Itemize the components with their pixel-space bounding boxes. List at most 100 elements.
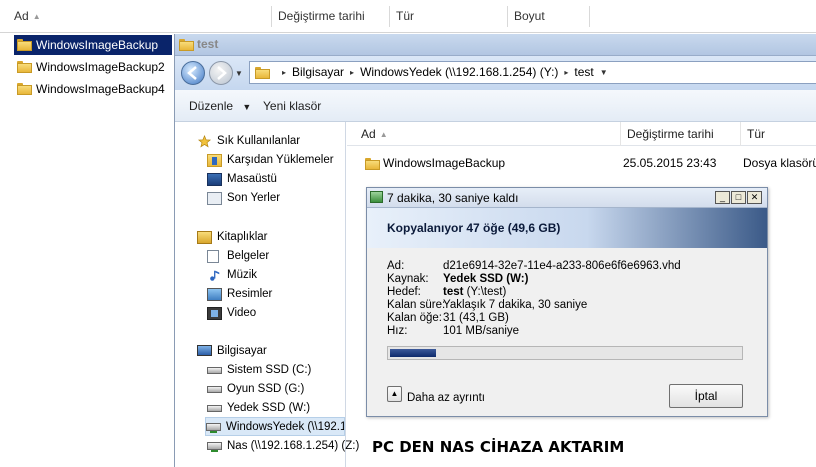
column-header-name[interactable]: Ad ▲ xyxy=(347,122,621,146)
column-header-size[interactable]: Boyut xyxy=(508,6,590,27)
name-label: Ad: xyxy=(387,260,405,272)
nav-item-recent-places[interactable]: Son Yerler xyxy=(207,189,280,208)
nav-computer[interactable]: Bilgisayar xyxy=(197,342,267,361)
network-drive-icon xyxy=(207,442,222,452)
nav-item-drive-y[interactable]: WindowsYedek (\\192.1 xyxy=(205,417,345,436)
progress-bar-fill xyxy=(390,349,436,357)
star-icon xyxy=(197,135,212,148)
row-type: Dosya klasörü xyxy=(743,156,816,170)
arrow-left-icon xyxy=(187,66,197,80)
chevron-up-icon: ▲ xyxy=(390,389,399,398)
folder-icon xyxy=(17,60,32,73)
nav-item-drive-z[interactable]: Nas (\\192.168.1.254) (Z:) xyxy=(207,437,359,456)
drive-icon xyxy=(207,367,222,374)
dialog-titlebar[interactable]: 7 dakika, 30 saniye kaldı _ □ ✕ xyxy=(367,188,767,208)
nav-item-downloads[interactable]: Karşıdan Yüklemeler xyxy=(207,151,334,170)
window-titlebar[interactable]: test xyxy=(175,34,816,56)
close-button[interactable]: ✕ xyxy=(747,191,762,204)
less-details-toggle[interactable]: ▲ xyxy=(387,386,402,402)
downloads-folder-icon xyxy=(207,154,222,167)
outer-list-item[interactable]: WindowsImageBackup2 xyxy=(14,57,174,77)
address-bar-area: ▼ ▸ Bilgisayar ▸ WindowsYedek (\\192.168.1.… xyxy=(175,56,816,90)
arrow-right-icon xyxy=(217,66,227,80)
nav-item-drive-w[interactable]: Yedek SSD (W:) xyxy=(207,399,310,418)
dialog-heading: Kopyalanıyor 47 öğe (49,6 GB) xyxy=(387,221,561,235)
nav-item-drive-g[interactable]: Oyun SSD (G:) xyxy=(207,380,304,399)
nav-libraries[interactable]: Kitaplıklar xyxy=(197,228,268,247)
dialog-banner: Kopyalanıyor 47 öğe (49,6 GB) xyxy=(367,208,767,248)
folder-icon xyxy=(17,82,32,95)
nav-item-pictures[interactable]: Resimler xyxy=(207,285,272,304)
nav-favorites[interactable]: Sık Kullanılanlar xyxy=(197,132,300,151)
nav-item-desktop[interactable]: Masaüstü xyxy=(207,170,277,189)
desktop-icon xyxy=(207,173,222,186)
caption-text: PC DEN NAS CİHAZA AKTARIM xyxy=(372,438,625,456)
video-icon xyxy=(207,307,222,320)
outer-item-label: WindowsImageBackup2 xyxy=(36,60,165,74)
recent-places-icon xyxy=(207,192,222,205)
copy-progress-dialog: 7 dakika, 30 saniye kaldı _ □ ✕ Kopyalan… xyxy=(366,187,768,417)
progress-bar xyxy=(387,346,743,360)
maximize-button[interactable]: □ xyxy=(731,191,746,204)
speed-label: Hız: xyxy=(387,325,408,337)
folder-icon xyxy=(255,66,270,79)
minimize-button[interactable]: _ xyxy=(715,191,730,204)
dialog-title: 7 dakika, 30 saniye kaldı xyxy=(387,191,519,205)
column-header-date[interactable]: Değiştirme tarihi xyxy=(621,122,741,146)
dest-label: Hedef: xyxy=(387,286,421,298)
new-folder-button[interactable]: Yeni klasör xyxy=(263,99,321,113)
outer-list-item[interactable]: WindowsImageBackup xyxy=(14,35,172,55)
column-header-type[interactable]: Tür xyxy=(390,6,508,27)
chevron-right-icon: ▸ xyxy=(350,68,355,78)
dest-value[interactable]: test (Y:\test) xyxy=(443,286,506,299)
chevron-right-icon: ▸ xyxy=(282,68,287,78)
pictures-icon xyxy=(207,288,222,301)
folder-icon xyxy=(17,38,32,51)
address-breadcrumb[interactable]: ▸ Bilgisayar ▸ WindowsYedek (\\192.168.1.25… xyxy=(249,61,816,84)
remaining-items-label: Kalan öğe: xyxy=(387,312,442,324)
command-bar: Düzenle ▼ Yeni klasör xyxy=(175,90,816,122)
nav-item-music[interactable]: Müzik xyxy=(207,266,257,285)
table-row[interactable]: WindowsImageBackup 25.05.2015 23:43 Dosy… xyxy=(365,154,816,172)
row-name: WindowsImageBackup xyxy=(383,156,506,170)
breadcrumb-item[interactable]: Bilgisayar xyxy=(292,65,344,79)
column-header-date[interactable]: Değiştirme tarihi xyxy=(272,6,390,27)
remaining-time-value: Yaklaşık 7 dakika, 30 saniye xyxy=(443,299,588,311)
outer-item-label: WindowsImageBackup xyxy=(36,38,159,52)
source-label: Kaynak: xyxy=(387,273,429,285)
navigation-pane: Sık Kullanılanlar Karşıdan Yüklemeler Ma… xyxy=(175,122,359,467)
computer-icon xyxy=(197,345,212,356)
column-header-type[interactable]: Tür xyxy=(741,122,816,146)
back-button[interactable] xyxy=(181,61,205,85)
libraries-icon xyxy=(197,231,212,244)
chevron-down-icon[interactable]: ▼ xyxy=(600,68,608,77)
forward-button[interactable] xyxy=(209,61,233,85)
drive-icon xyxy=(207,386,222,393)
speed-value: 101 MB/saniye xyxy=(443,325,520,337)
folder-icon xyxy=(179,38,194,51)
nav-item-videos[interactable]: Video xyxy=(207,304,256,323)
chevron-down-icon: ▼ xyxy=(242,102,252,112)
row-date: 25.05.2015 23:43 xyxy=(623,156,717,170)
content-column-header: Ad ▲ Değiştirme tarihi Tür xyxy=(347,122,816,146)
nav-item-drive-c[interactable]: Sistem SSD (C:) xyxy=(207,361,311,380)
organize-button[interactable]: Düzenle ▼ xyxy=(189,99,251,113)
nav-item-documents[interactable]: Belgeler xyxy=(207,247,269,266)
documents-icon xyxy=(207,250,219,263)
drive-icon xyxy=(207,405,222,412)
network-drive-icon xyxy=(206,423,221,433)
outer-item-label: WindowsImageBackup4 xyxy=(36,82,165,96)
remaining-time-label: Kalan süre: xyxy=(387,299,446,311)
breadcrumb-item[interactable]: WindowsYedek (\\192.168.1.254) (Y:) xyxy=(360,65,558,79)
source-value[interactable]: Yedek SSD (W:) xyxy=(443,273,528,286)
less-details-label[interactable]: Daha az ayrıntı xyxy=(407,392,485,404)
column-header-name[interactable]: Ad ▲ xyxy=(8,6,272,27)
breadcrumb-item[interactable]: test xyxy=(574,65,593,79)
cancel-button[interactable]: İptal xyxy=(669,384,743,408)
outer-list-item[interactable]: WindowsImageBackup4 xyxy=(14,79,174,99)
chevron-right-icon: ▸ xyxy=(564,68,569,78)
window-title: test xyxy=(197,37,219,51)
copy-icon xyxy=(370,191,383,203)
recent-pages-dropdown-icon[interactable]: ▼ xyxy=(235,69,243,78)
folder-icon xyxy=(365,157,380,170)
